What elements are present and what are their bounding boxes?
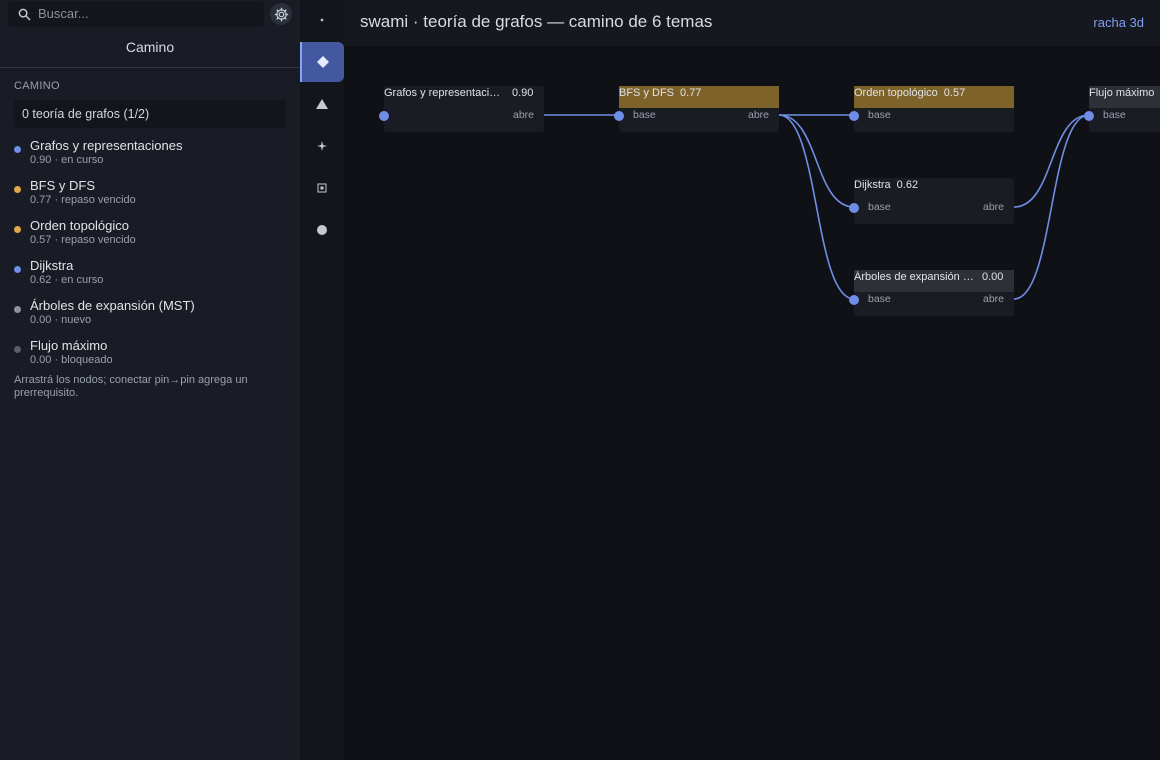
gear-icon	[274, 7, 288, 21]
rail-sparkle-button[interactable]	[300, 126, 344, 166]
topic-name: Árboles de expansión (MST)	[30, 298, 195, 313]
graph-node-flujo[interactable]: Flujo máximobaseabre	[1084, 86, 1160, 132]
topic-name: Grafos y representaciones	[30, 138, 183, 153]
graph-canvas[interactable]: Grafos y representaciones 0.90 abre BFS y D…	[344, 46, 1160, 760]
node-score: 0.00	[982, 271, 1004, 283]
graph-node-dijkstra[interactable]: Dijkstra 0.62 base abre	[849, 178, 1014, 224]
topic-item[interactable]: Orden topológico 0.57 · repaso vencido	[14, 218, 286, 252]
edge-dijkstra-flujo	[1013, 114, 1090, 208]
search-input[interactable]	[38, 3, 258, 23]
settings-button[interactable]	[270, 3, 292, 25]
top-bar: swami · teoría de grafos — camino de 6 t…	[344, 0, 1160, 46]
node-header: Grafos y representaciones 0.90	[384, 86, 544, 108]
pin-out-label: abre	[512, 109, 534, 121]
node-header: Flujo máximo	[1089, 86, 1160, 108]
pin-in-label: base	[868, 201, 891, 213]
pin-out-label: abre	[747, 109, 769, 121]
rail-triangle-button[interactable]	[300, 84, 344, 124]
node-header: Árboles de expansión (MST) 0.00	[854, 270, 1014, 292]
sparkle-icon	[317, 141, 327, 151]
graph-node-grafos[interactable]: Grafos y representaciones 0.90 abre	[379, 86, 544, 132]
topic-name: BFS y DFS	[30, 178, 96, 193]
status-dot	[14, 226, 21, 233]
node-header: BFS y DFS 0.77	[619, 86, 779, 108]
search-icon	[18, 8, 31, 21]
sidebar-title: Camino	[0, 30, 300, 68]
edge-bfs-mst	[778, 114, 855, 300]
edge-mst-flujo	[1013, 114, 1090, 300]
topic-name: Dijkstra	[30, 258, 74, 273]
triangle-icon	[316, 99, 328, 109]
pin-out-label: abre	[982, 293, 1004, 305]
topic-meta: 0.90 · en curso	[30, 154, 104, 166]
tool-rail	[300, 0, 344, 760]
pin-in-label: base	[868, 293, 891, 305]
topic-item[interactable]: Árboles de expansión (MST) 0.00 · nuevo	[14, 298, 286, 332]
streak-badge[interactable]: racha 3d	[1093, 15, 1144, 30]
edge-bfs-dijkstra	[778, 114, 855, 208]
node-title: Árboles de expansión (MST)	[854, 271, 976, 283]
node-title: Dijkstra	[854, 179, 891, 191]
topic-meta: 0.57 · repaso vencido	[30, 234, 136, 246]
input-pin[interactable]	[1084, 111, 1094, 121]
rail-dot-button[interactable]	[300, 0, 344, 40]
topic-meta: 0.77 · repaso vencido	[30, 194, 136, 206]
status-dot	[14, 146, 21, 153]
pin-in-label: base	[868, 109, 891, 121]
input-pin[interactable]	[849, 111, 859, 121]
topic-meta: 0.62 · en curso	[30, 274, 104, 286]
help-hint: Arrastrá los nodos; conectar pin→pin agr…	[14, 374, 248, 399]
input-pin[interactable]	[614, 111, 624, 121]
pin-out-label: abre	[982, 201, 1004, 213]
topic-item[interactable]: Dijkstra 0.62 · en curso	[14, 258, 286, 292]
input-pin[interactable]	[849, 295, 859, 305]
status-dot	[14, 266, 21, 273]
rail-grid-button[interactable]	[300, 168, 344, 208]
node-title: BFS y DFS	[619, 87, 675, 99]
node-header: Orden topológico 0.57	[854, 86, 1014, 108]
node-title: Orden topológico	[854, 87, 938, 99]
topic-name: Flujo máximo	[30, 338, 108, 353]
diamond-icon	[317, 56, 329, 68]
rail-circle-button[interactable]	[300, 210, 344, 250]
topic-name: Orden topológico	[30, 218, 130, 233]
dot-icon	[320, 18, 324, 22]
topic-meta: 0.00 · bloqueado	[30, 354, 113, 366]
status-dot	[14, 346, 21, 353]
node-header: Dijkstra 0.62	[854, 178, 1014, 200]
section-label: CAMINO	[14, 80, 60, 92]
status-dot	[14, 186, 21, 193]
input-pin[interactable]	[379, 111, 389, 121]
topic-item[interactable]: BFS y DFS 0.77 · repaso vencido	[14, 178, 286, 212]
topic-item[interactable]: Flujo máximo 0.00 · bloqueado	[14, 338, 286, 372]
pin-in-label: base	[633, 109, 656, 121]
graph-node-bfs[interactable]: BFS y DFS 0.77 base abre	[614, 86, 779, 132]
node-title: Grafos y representaciones	[384, 87, 506, 99]
graph-edges	[544, 114, 1090, 300]
page-title: swami · teoría de grafos — camino de 6 t…	[360, 12, 713, 31]
rail-diamond-button[interactable]	[300, 42, 344, 82]
node-score: 0.77	[680, 87, 702, 99]
node-score: 0.62	[896, 179, 919, 191]
pin-in-label: base	[1103, 109, 1126, 121]
node-score: 0.57	[943, 87, 966, 99]
status-dot	[14, 306, 21, 313]
graph-node-topo[interactable]: Orden topológico 0.57 base	[849, 86, 1014, 132]
search-box[interactable]	[8, 1, 264, 27]
topic-meta: 0.00 · nuevo	[30, 314, 92, 326]
path-selector[interactable]: 0 teoría de grafos (1/2)	[14, 100, 286, 128]
node-title: Flujo máximo	[1089, 87, 1155, 99]
circle-icon	[317, 225, 327, 235]
topic-item[interactable]: Grafos y representaciones 0.90 · en curso	[14, 138, 286, 172]
input-pin[interactable]	[849, 203, 859, 213]
node-score: 0.90	[512, 87, 534, 99]
graph-node-mst[interactable]: Árboles de expansión (MST) 0.00 base abre	[849, 270, 1014, 316]
grid-box-icon	[317, 183, 327, 193]
sidebar: Camino CAMINO 0 teoría de grafos (1/2) G…	[0, 0, 300, 760]
